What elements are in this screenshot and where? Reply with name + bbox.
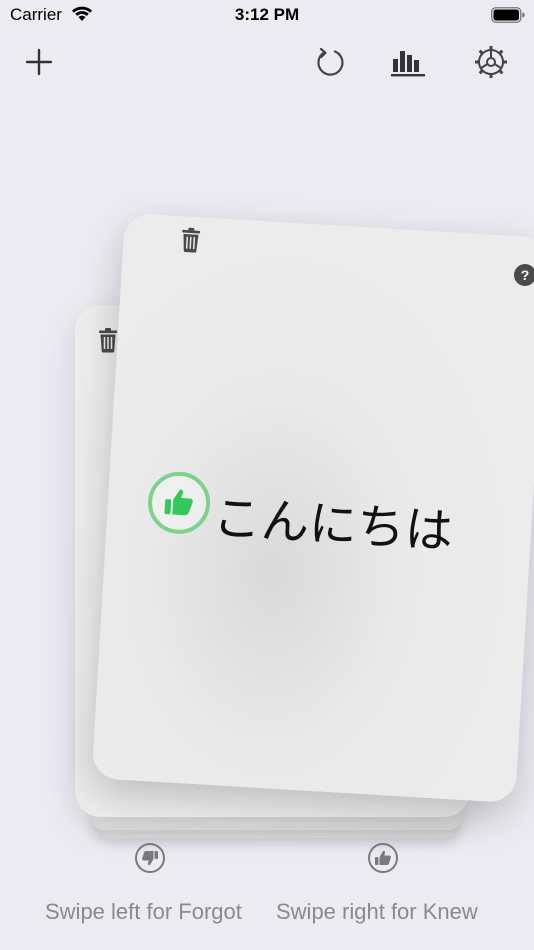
- card-word: こんにちは: [211, 489, 455, 561]
- add-card-button[interactable]: [17, 40, 61, 84]
- knew-hint-icon: [367, 842, 399, 874]
- status-bar: Carrier 3:12 PM: [0, 0, 534, 32]
- thumbs-up-icon: [368, 843, 398, 873]
- plus-icon: [25, 48, 53, 76]
- delete-card-button[interactable]: [97, 327, 119, 353]
- settings-button[interactable]: [469, 40, 513, 84]
- help-button[interactable]: ?: [514, 264, 534, 286]
- bar-chart-icon: [391, 51, 425, 77]
- knew-status-badge: [146, 470, 212, 536]
- battery-icon: [491, 7, 525, 28]
- delete-card-button[interactable]: [179, 226, 203, 253]
- undo-icon: [317, 47, 344, 76]
- status-time: 3:12 PM: [234, 5, 300, 24]
- thumbs-down-icon: [135, 843, 165, 873]
- undo-button[interactable]: [307, 40, 351, 84]
- trash-icon: [99, 328, 117, 353]
- gear-icon: [475, 46, 507, 78]
- swipe-right-hint: Swipe right for Knew: [276, 899, 478, 924]
- trash-icon: [182, 227, 201, 253]
- thumbs-up-icon: [164, 489, 193, 516]
- swipe-left-hint: Swipe left for Forgot: [45, 899, 242, 924]
- forgot-hint-icon: [134, 842, 166, 874]
- statistics-button[interactable]: [386, 40, 430, 84]
